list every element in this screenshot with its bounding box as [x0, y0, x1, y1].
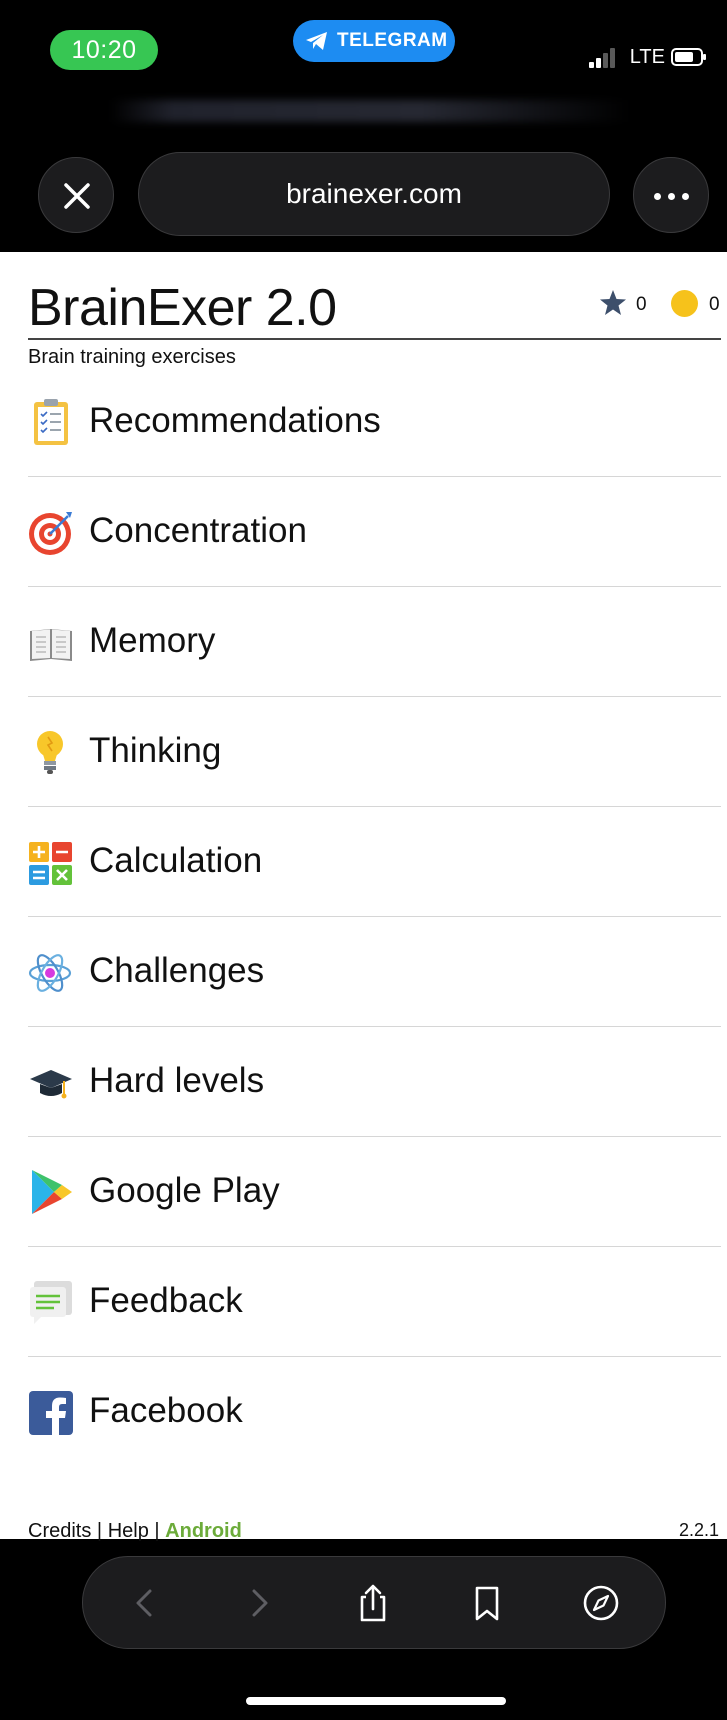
menu-item-label: Concentration — [89, 511, 307, 550]
menu-item-label: Hard levels — [89, 1061, 265, 1100]
menu-item-memory[interactable]: Memory — [28, 587, 721, 697]
bookmarks-icon[interactable] — [467, 1583, 507, 1623]
status-time[interactable]: 10:20 — [50, 30, 158, 70]
menu-item-hard-levels[interactable]: Hard levels — [28, 1027, 721, 1137]
web-page: BrainExer 2.0 0 0 Brain training exercis… — [0, 252, 727, 1542]
coin-icon — [671, 290, 698, 317]
back-to-app-button[interactable]: TELEGRAM — [293, 20, 455, 62]
title-divider — [28, 338, 721, 340]
help-link[interactable]: Help — [108, 1520, 149, 1542]
share-icon[interactable] — [353, 1583, 393, 1623]
compass-icon[interactable] — [581, 1583, 621, 1623]
google-play-icon — [32, 1170, 72, 1214]
atom-icon — [28, 954, 72, 992]
top-chrome: 10:20 TELEGRAM LTE brainexer.com — [0, 0, 727, 252]
graduation-cap-icon — [30, 1070, 72, 1099]
open-book-icon — [30, 629, 72, 661]
light-bulb-icon — [37, 731, 63, 774]
version-label: 2.2.1 — [678, 1520, 719, 1540]
battery-icon — [671, 48, 706, 66]
footer-separator: | — [154, 1520, 160, 1542]
forward-icon[interactable] — [239, 1583, 279, 1623]
footer-links: Credits | Help | Android — [28, 1520, 242, 1543]
home-indicator[interactable] — [246, 1697, 506, 1705]
browser-toolbar — [82, 1556, 666, 1649]
menu-item-thinking[interactable]: Thinking — [28, 697, 721, 807]
menu-item-label: Challenges — [89, 951, 265, 990]
close-button[interactable] — [38, 157, 114, 233]
site-subtitle: Brain training exercises — [28, 346, 236, 368]
stars-count: 0 — [636, 294, 647, 315]
android-link[interactable]: Android — [165, 1520, 242, 1542]
menu-item-label: Thinking — [89, 731, 222, 770]
menu-item-label: Recommendations — [89, 401, 381, 440]
signal-icon — [589, 48, 619, 68]
back-app-label: TELEGRAM — [337, 30, 448, 51]
more-button[interactable] — [633, 157, 709, 233]
menu-item-feedback[interactable]: Feedback — [28, 1247, 721, 1357]
footer-separator: | — [96, 1520, 103, 1542]
menu-item-label: Facebook — [89, 1391, 243, 1430]
site-title[interactable]: BrainExer 2.0 — [28, 278, 337, 338]
target-icon — [29, 512, 72, 555]
clipboard-checklist-icon — [34, 399, 68, 445]
star-icon — [600, 290, 626, 315]
menu-item-google-play[interactable]: Google Play — [28, 1137, 721, 1247]
category-menu: Recommendations Concentration Memory Thi… — [28, 367, 721, 1466]
menu-item-concentration[interactable]: Concentration — [28, 477, 721, 587]
coins-count: 0 — [709, 294, 720, 315]
menu-item-recommendations[interactable]: Recommendations — [28, 367, 721, 477]
menu-item-label: Feedback — [89, 1281, 243, 1320]
telegram-plane-icon — [306, 32, 327, 50]
back-icon[interactable] — [125, 1583, 165, 1623]
menu-item-calculation[interactable]: Calculation — [28, 807, 721, 917]
menu-item-label: Memory — [89, 621, 216, 660]
menu-item-label: Google Play — [89, 1171, 280, 1210]
address-bar[interactable]: brainexer.com — [138, 152, 610, 236]
coins-counter[interactable]: 0 — [671, 288, 727, 322]
close-icon — [64, 183, 90, 209]
speech-bubble-icon — [30, 1281, 72, 1324]
blurred-banner — [110, 100, 630, 122]
math-operators-icon — [29, 842, 72, 885]
credits-link[interactable]: Credits — [28, 1520, 91, 1542]
menu-item-challenges[interactable]: Challenges — [28, 917, 721, 1027]
facebook-icon — [29, 1391, 73, 1435]
menu-item-label: Calculation — [89, 841, 263, 880]
menu-item-facebook[interactable]: Facebook — [28, 1357, 721, 1466]
network-type: LTE — [629, 46, 665, 68]
stars-counter[interactable]: 0 — [598, 288, 658, 322]
